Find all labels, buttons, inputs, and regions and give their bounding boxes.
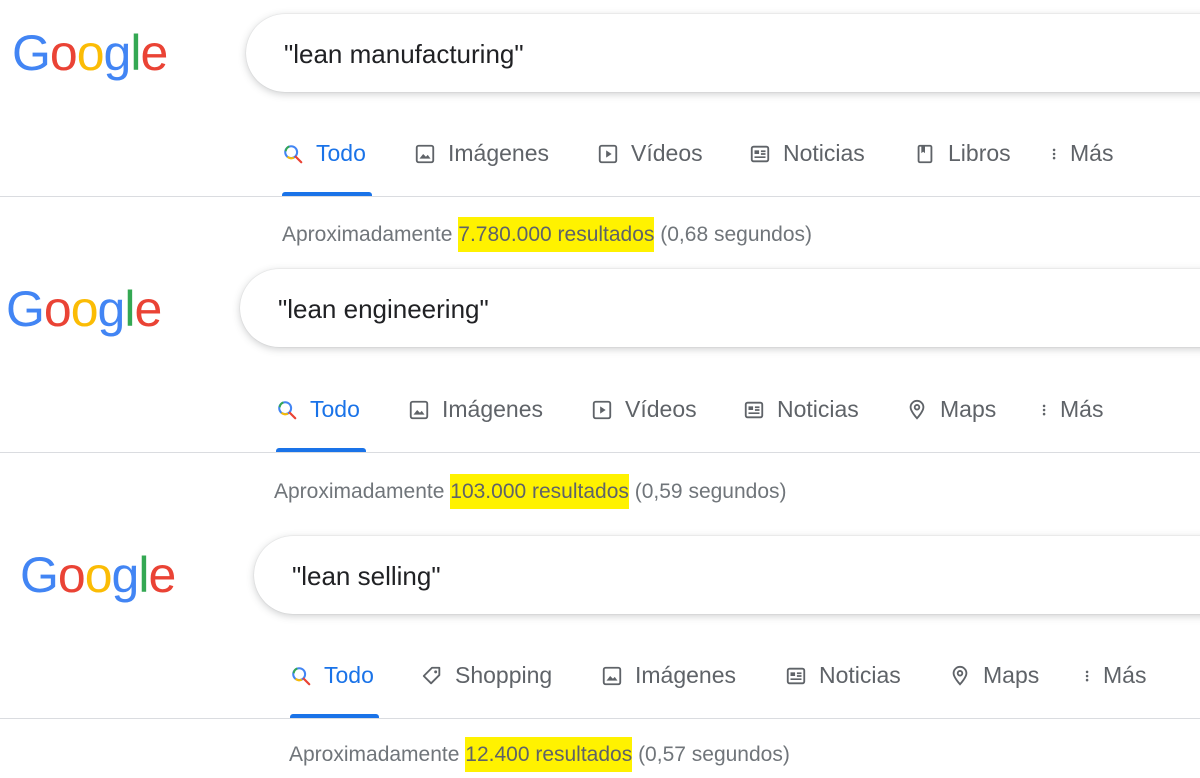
tab-label: Vídeos [631, 140, 703, 166]
tab-label: Todo [324, 662, 374, 688]
result-count: 12.400 resultados [465, 737, 633, 772]
logo-letter-o1: o [43, 281, 72, 337]
tab-label: Más [1070, 140, 1114, 166]
more-icon [1052, 148, 1056, 159]
tabs-divider [0, 718, 1200, 719]
tab-imagenes[interactable]: Imágenes [414, 140, 549, 167]
search-icon [292, 666, 311, 685]
tab-maps[interactable]: Maps [949, 662, 1039, 689]
result-stats: Aproximadamente 12.400 resultados (0,57 … [289, 737, 790, 772]
logo-letter-e: e [140, 25, 168, 81]
tab-label: Imágenes [442, 396, 544, 422]
tab-maps[interactable]: Maps [906, 396, 996, 423]
tab-libros[interactable]: Libros [914, 140, 1011, 167]
result-stats: Aproximadamente 7.780.000 resultados (0,… [282, 217, 813, 252]
tab-todo[interactable]: Todo [290, 662, 374, 689]
tab-label: Maps [983, 662, 1040, 688]
logo-letter-g: G [6, 281, 45, 337]
search-query: "lean manufacturing" [284, 39, 524, 69]
news-icon [744, 401, 764, 418]
stats-suffix: (0,59 segundos) [628, 480, 787, 503]
tab-todo[interactable]: Todo [282, 140, 366, 167]
logo-letter-o1: o [57, 547, 86, 603]
tab-label: Maps [940, 396, 997, 422]
result-count: 7.780.000 resultados [458, 217, 655, 252]
logo-letter-e: e [148, 547, 176, 603]
stats-prefix: Aproximadamente [289, 743, 466, 766]
tab-videos[interactable]: Vídeos [597, 140, 703, 167]
search-query: "lean engineering" [278, 294, 489, 324]
image-icon [409, 400, 429, 419]
logo-letter-g2: g [97, 281, 126, 337]
search-input[interactable]: "lean engineering" [240, 269, 1200, 347]
tab-label: Noticias [777, 396, 859, 422]
logo-letter-g2: g [103, 25, 132, 81]
tab-label: Imágenes [635, 662, 737, 688]
map-pin-icon [909, 399, 925, 420]
tab-imagenes[interactable]: Imágenes [408, 396, 543, 423]
logo-letter-l: l [130, 25, 141, 81]
logo-letter-l: l [138, 547, 149, 603]
search-tabs: Todo Shopping Imágenes Noticias Maps Más [0, 662, 1200, 702]
tab-noticias[interactable]: Noticias [785, 662, 901, 689]
tab-mas[interactable]: Más [1040, 396, 1103, 423]
search-input[interactable]: "lean selling" [254, 536, 1200, 614]
tabs-divider [0, 452, 1200, 453]
tab-noticias[interactable]: Noticias [749, 140, 865, 167]
search-input[interactable]: "lean manufacturing" [246, 14, 1200, 92]
search-icon [278, 400, 297, 419]
more-icon [1085, 670, 1089, 681]
more-icon [1042, 404, 1046, 415]
result-count: 103.000 resultados [450, 474, 629, 509]
image-icon [602, 666, 622, 685]
book-icon [917, 144, 933, 163]
stats-suffix: (0,68 segundos) [654, 223, 813, 246]
logo-letter-g: G [12, 25, 51, 81]
tab-label: Noticias [783, 140, 865, 166]
google-logo[interactable]: Google [12, 25, 168, 81]
search-icon [284, 144, 303, 163]
logo-letter-o2: o [70, 281, 99, 337]
tabs-divider [0, 196, 1200, 197]
tab-label: Más [1103, 662, 1147, 688]
tab-label: Noticias [819, 662, 901, 688]
logo-letter-l: l [124, 281, 135, 337]
logo-letter-o1: o [49, 25, 78, 81]
tab-label: Vídeos [625, 396, 697, 422]
image-icon [415, 144, 435, 163]
tab-mas[interactable]: Más [1050, 140, 1113, 167]
tab-mas[interactable]: Más [1083, 662, 1146, 689]
tag-icon [422, 666, 441, 684]
tab-noticias[interactable]: Noticias [743, 396, 859, 423]
result-stats: Aproximadamente 103.000 resultados (0,59… [274, 474, 787, 509]
news-icon [750, 145, 770, 162]
news-icon [786, 667, 806, 684]
play-icon [592, 400, 612, 419]
tab-label: Más [1060, 396, 1104, 422]
google-logo[interactable]: Google [20, 547, 176, 603]
tab-label: Todo [316, 140, 366, 166]
logo-letter-o2: o [76, 25, 105, 81]
play-icon [598, 144, 618, 163]
search-tabs: Todo Imágenes Vídeos Noticias [0, 396, 1200, 436]
tab-videos[interactable]: Vídeos [591, 396, 697, 423]
logo-letter-g: G [20, 547, 59, 603]
tab-label: Imágenes [448, 140, 550, 166]
tab-label: Libros [948, 140, 1011, 166]
map-pin-icon [952, 665, 968, 686]
tab-label: Todo [310, 396, 360, 422]
tab-imagenes[interactable]: Imágenes [601, 662, 736, 689]
logo-letter-g2: g [111, 547, 140, 603]
stats-prefix: Aproximadamente [282, 223, 459, 246]
logo-letter-e: e [134, 281, 162, 337]
google-logo[interactable]: Google [6, 281, 162, 337]
tab-todo[interactable]: Todo [276, 396, 360, 423]
stats-prefix: Aproximadamente [274, 480, 451, 503]
stats-suffix: (0,57 segundos) [632, 743, 790, 766]
tab-shopping[interactable]: Shopping [421, 662, 552, 689]
logo-letter-o2: o [84, 547, 113, 603]
search-tabs: Todo Imágenes Vídeos Noticias [0, 140, 1200, 180]
search-query: "lean selling" [292, 561, 441, 591]
tab-label: Shopping [455, 662, 553, 688]
